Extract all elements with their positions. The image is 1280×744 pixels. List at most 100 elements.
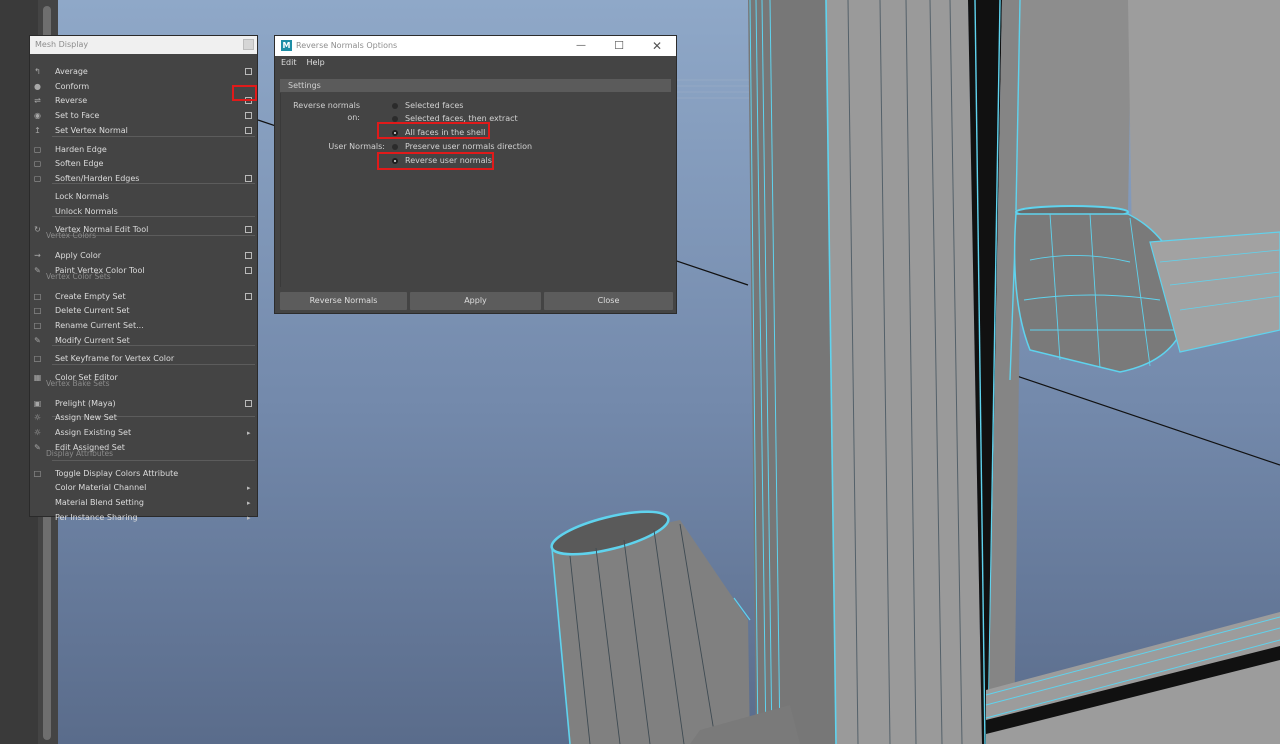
- highlight-all-faces-shell: [377, 122, 490, 139]
- submenu-arrow-icon: ▸: [247, 484, 251, 492]
- menu-item[interactable]: Color Material Channel ▸: [30, 481, 257, 495]
- prelight-icon: ▣: [33, 399, 42, 408]
- menu-item-label: Prelight (Maya): [55, 399, 116, 408]
- menu-item[interactable]: ▢ Harden Edge: [30, 143, 257, 157]
- soften-edge-icon: ▢: [33, 159, 42, 168]
- menu-item-label: Per Instance Sharing: [55, 513, 138, 522]
- menu-edit[interactable]: Edit: [281, 56, 297, 70]
- menu-item-label: Assign New Set: [55, 413, 117, 422]
- highlight-reverse-user-normals: [377, 152, 494, 170]
- menu-item-label: Color Material Channel: [55, 483, 147, 492]
- keyframe-color-icon: □: [33, 354, 42, 363]
- menu-title: Mesh Display: [35, 40, 89, 49]
- menu-item[interactable]: Lock Normals: [30, 190, 257, 204]
- reverse-normals-options-window: M Reverse Normals Options — ☐ ✕ Edit Help…: [274, 35, 677, 314]
- menu-item[interactable]: ▦ Color Set Editor: [30, 371, 257, 385]
- menu-title-bar[interactable]: Mesh Display: [30, 36, 257, 54]
- menu-item-label: Set Vertex Normal: [55, 126, 128, 135]
- menu-item[interactable]: ⇌ Reverse: [30, 94, 257, 108]
- menu-separator: [52, 460, 255, 461]
- apply-button[interactable]: Apply: [410, 292, 541, 310]
- menu-item-label: Assign Existing Set: [55, 428, 132, 437]
- menu-item-label: Rename Current Set...: [55, 321, 144, 330]
- menu-item[interactable]: ↻ Vertex Normal Edit Tool: [30, 223, 257, 237]
- menu-item-label: Average: [55, 67, 88, 76]
- option-box-icon[interactable]: [245, 68, 252, 75]
- maya-logo-icon: M: [281, 40, 292, 51]
- average-normals-icon: ↰: [34, 67, 41, 76]
- paint-brush-icon: ✎: [34, 266, 41, 275]
- menu-item[interactable]: ✎ Edit Assigned Set: [30, 441, 257, 455]
- menu-item-label: Set to Face: [55, 111, 100, 120]
- lock-normals-icon: [33, 192, 42, 201]
- soften-harden-icon: ▢: [33, 174, 42, 183]
- reverse-normals-icon: ⇌: [34, 96, 41, 105]
- menu-item[interactable]: □ Set Keyframe for Vertex Color: [30, 352, 257, 366]
- option-box-icon[interactable]: [245, 175, 252, 182]
- menu-item[interactable]: ↥ Set Vertex Normal: [30, 124, 257, 138]
- rename-set-icon: □: [33, 321, 42, 330]
- tear-off-icon[interactable]: [243, 39, 254, 50]
- menu-item[interactable]: ▣ Prelight (Maya): [30, 397, 257, 411]
- menu-item[interactable]: Material Blend Setting ▸: [30, 496, 257, 510]
- menu-item-label: Modify Current Set: [55, 336, 130, 345]
- submenu-arrow-icon: ▸: [247, 429, 251, 437]
- close-button[interactable]: Close: [544, 292, 673, 310]
- menu-item[interactable]: □ Toggle Display Colors Attribute: [30, 467, 257, 481]
- menu-item[interactable]: ⇝ Apply Color: [30, 249, 257, 263]
- menu-item-label: Color Set Editor: [55, 373, 118, 382]
- menu-help[interactable]: Help: [307, 56, 325, 70]
- highlight-reverse-option: [232, 85, 257, 101]
- menu-item[interactable]: ☼ Assign Existing Set ▸: [30, 426, 257, 440]
- menu-item-label: Paint Vertex Color Tool: [55, 266, 145, 275]
- option-box-icon[interactable]: [245, 293, 252, 300]
- menu-item[interactable]: □ Rename Current Set...: [30, 319, 257, 333]
- option-box-icon[interactable]: [245, 226, 252, 233]
- option-box-icon[interactable]: [245, 127, 252, 134]
- menu-item-label: Unlock Normals: [55, 207, 118, 216]
- menu-item-label: Material Blend Setting: [55, 498, 145, 507]
- settings-section-header[interactable]: Settings: [280, 79, 671, 92]
- menu-item[interactable]: ↰ Average: [30, 65, 257, 79]
- option-box-icon[interactable]: [245, 112, 252, 119]
- menu-item-label: Delete Current Set: [55, 306, 130, 315]
- window-title: Reverse Normals Options: [296, 41, 398, 50]
- close-icon[interactable]: ✕: [642, 36, 672, 56]
- window-menubar: Edit Help: [275, 56, 676, 70]
- reverse-normals-button[interactable]: Reverse Normals: [280, 292, 407, 310]
- menu-item[interactable]: ◉ Set to Face: [30, 109, 257, 123]
- menu-item[interactable]: ✎ Paint Vertex Color Tool: [30, 264, 257, 278]
- delete-set-icon: □: [33, 306, 42, 315]
- minimize-icon[interactable]: —: [566, 36, 596, 56]
- window-title-bar[interactable]: M Reverse Normals Options — ☐ ✕: [275, 36, 676, 56]
- menu-item[interactable]: □ Delete Current Set: [30, 304, 257, 318]
- mesh-display-menu: Mesh Display Vertex Colors Vertex Color S…: [29, 35, 258, 522]
- modify-set-icon: ✎: [34, 336, 41, 345]
- submenu-arrow-icon: ▸: [247, 514, 251, 522]
- menu-item[interactable]: ✎ Modify Current Set: [30, 334, 257, 348]
- color-set-editor-icon: ▦: [33, 373, 42, 382]
- menu-item[interactable]: ● Conform: [30, 80, 257, 94]
- submenu-arrow-icon: ▸: [247, 499, 251, 507]
- menu-item-label: Soften Edge: [55, 159, 104, 168]
- menu-item[interactable]: □ Create Empty Set: [30, 290, 257, 304]
- menu-item[interactable]: Per Instance Sharing ▸: [30, 511, 257, 525]
- option-box-icon[interactable]: [245, 252, 252, 259]
- menu-item-label: Conform: [55, 82, 90, 91]
- menu-item-label: Set Keyframe for Vertex Color: [55, 354, 175, 363]
- menu-item[interactable]: ▢ Soften/Harden Edges: [30, 172, 257, 186]
- maximize-icon[interactable]: ☐: [604, 36, 634, 56]
- menu-item-label: Soften/Harden Edges: [55, 174, 140, 183]
- menu-item[interactable]: ▢ Soften Edge: [30, 157, 257, 171]
- menu-item[interactable]: Unlock Normals: [30, 205, 257, 219]
- vertex-normal-edit-icon: ↻: [34, 225, 41, 234]
- menu-item-label: Apply Color: [55, 251, 102, 260]
- button-row: Reverse Normals Apply Close: [280, 292, 673, 311]
- edit-assigned-set-icon: ✎: [34, 443, 41, 452]
- set-to-face-icon: ◉: [34, 111, 41, 120]
- menu-item[interactable]: ☼ Assign New Set: [30, 411, 257, 425]
- set-vertex-normal-icon: ↥: [34, 126, 41, 135]
- option-box-icon[interactable]: [245, 400, 252, 407]
- option-box-icon[interactable]: [245, 267, 252, 274]
- assign-new-set-icon: ☼: [33, 413, 42, 422]
